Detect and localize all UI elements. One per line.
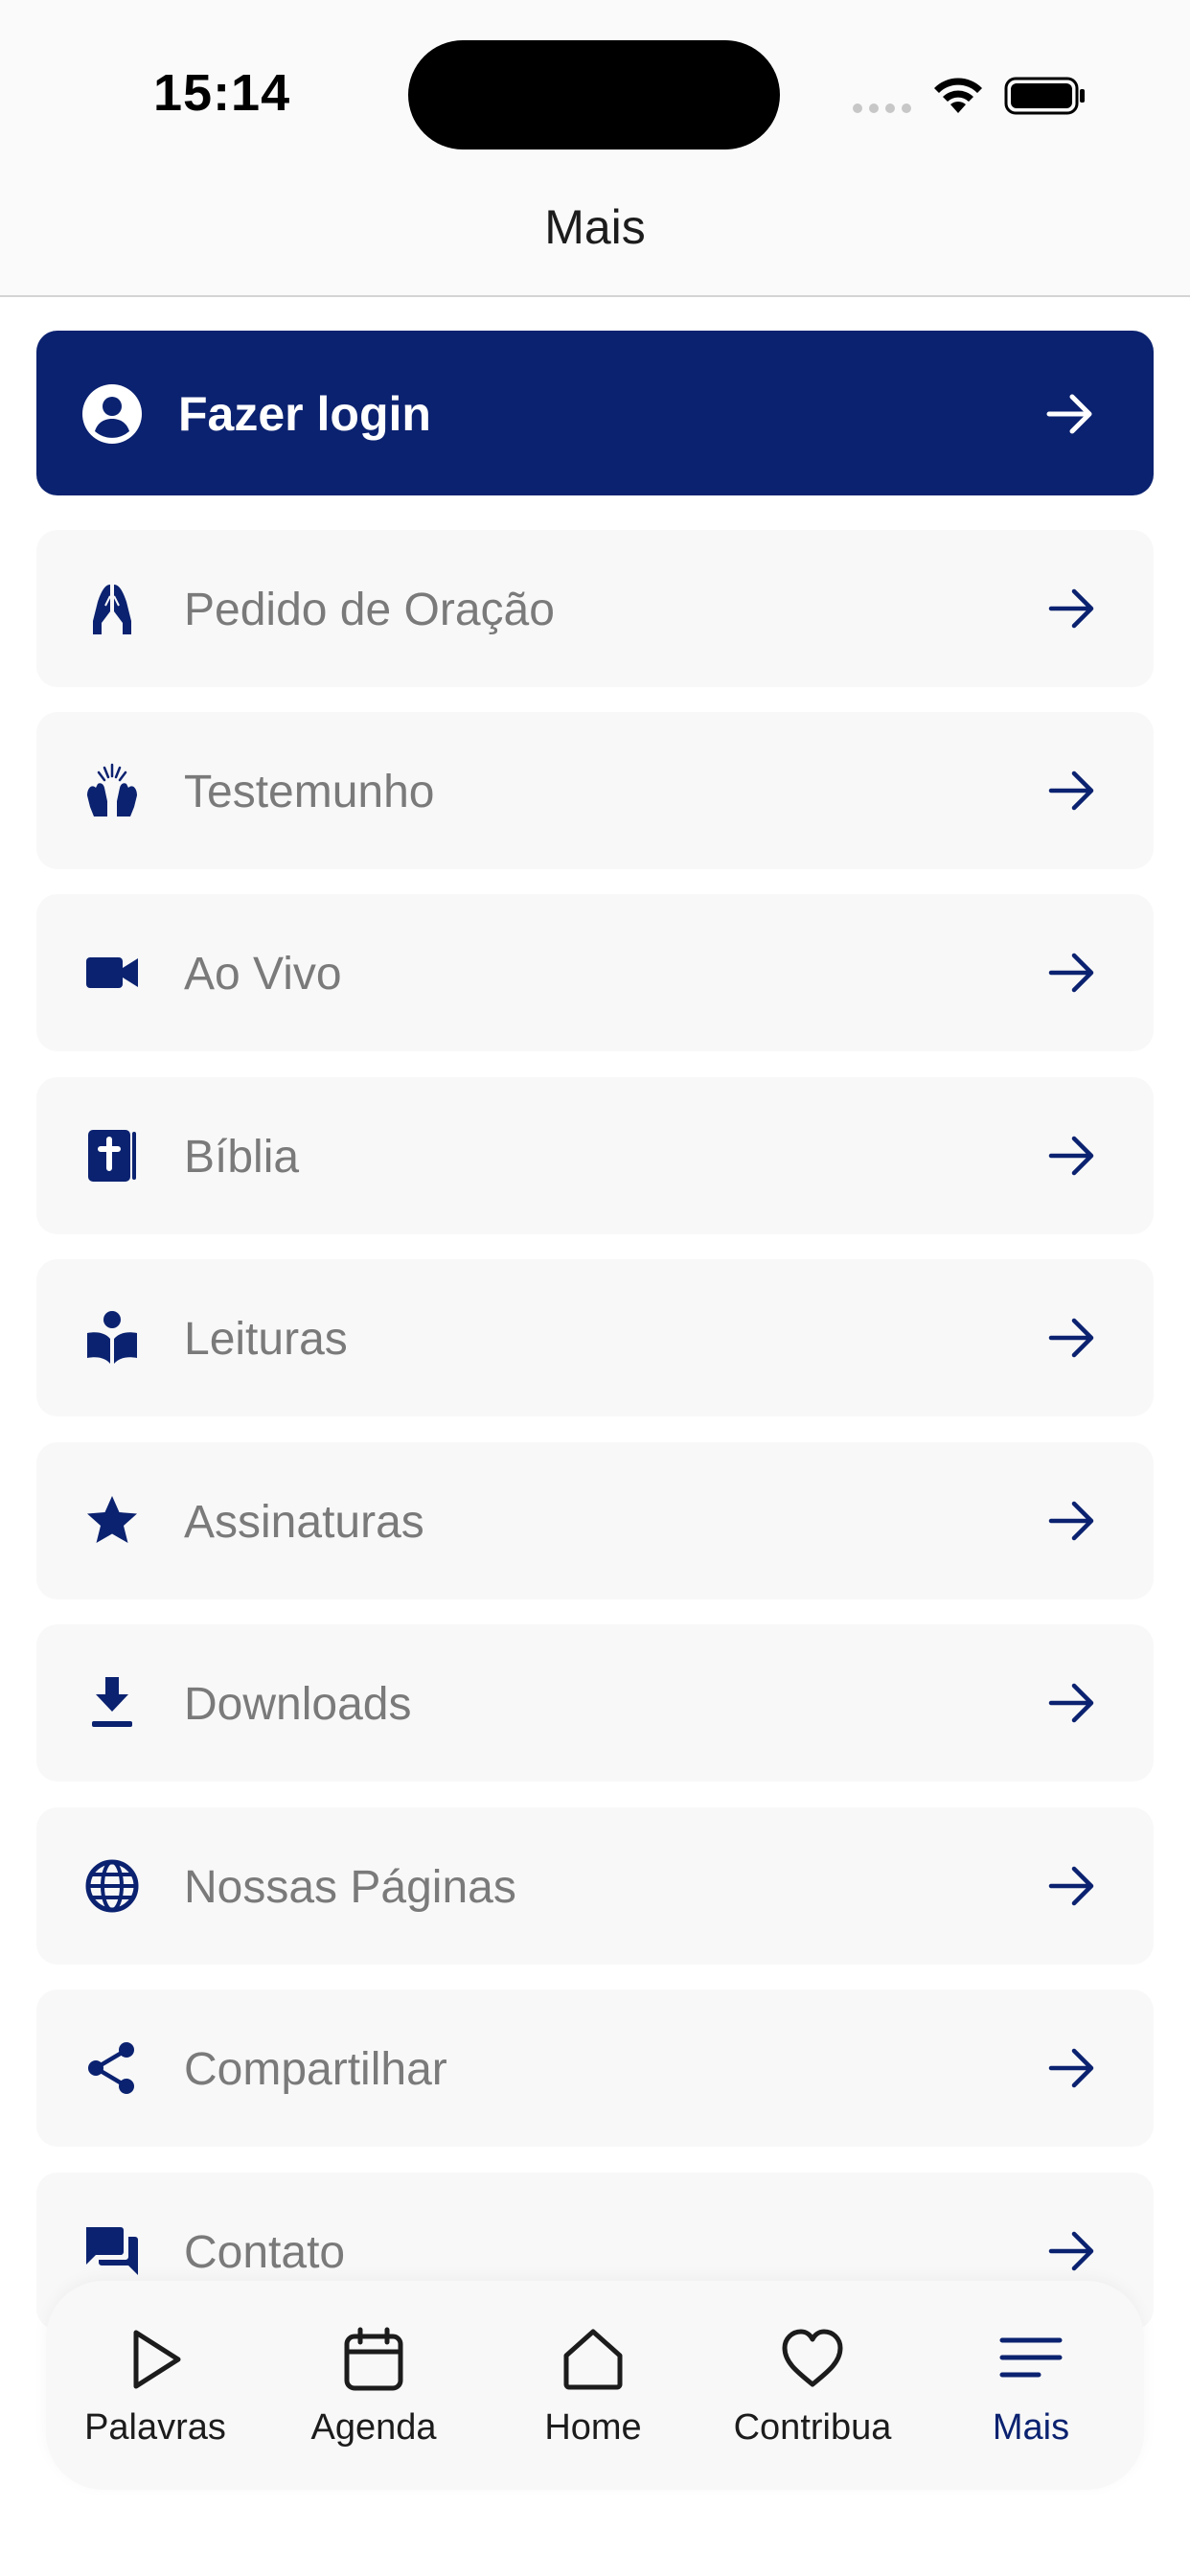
menu-lines-icon bbox=[999, 2337, 1063, 2378]
arrow-right-icon bbox=[1048, 953, 1094, 993]
tab-label: Palavras bbox=[84, 2407, 226, 2448]
navigation-header: Mais bbox=[0, 182, 1190, 297]
login-label: Fazer login bbox=[178, 387, 431, 441]
star-icon bbox=[87, 1496, 137, 1543]
video-camera-icon bbox=[86, 957, 138, 988]
menu-item-label: Ao Vivo bbox=[184, 949, 342, 1000]
tab-contribua[interactable]: Contribua bbox=[703, 2281, 922, 2490]
raised-hands-icon bbox=[87, 763, 137, 816]
globe-icon bbox=[85, 1859, 139, 1913]
arrow-right-icon bbox=[1048, 1136, 1094, 1176]
tab-label: Agenda bbox=[310, 2407, 437, 2448]
calendar-icon bbox=[344, 2327, 403, 2391]
chat-icon bbox=[86, 2227, 138, 2275]
menu-item-label: Bíblia bbox=[184, 1132, 300, 1183]
menu-item-label: Nossas Páginas bbox=[184, 1862, 516, 1913]
arrow-right-icon bbox=[1048, 1501, 1094, 1541]
wifi-icon bbox=[934, 78, 982, 113]
menu-item-bible[interactable]: Bíblia bbox=[36, 1077, 1154, 1234]
download-icon bbox=[92, 1677, 132, 1727]
menu-item-label: Downloads bbox=[184, 1679, 412, 1730]
menu-item-share[interactable]: Compartilhar bbox=[36, 1990, 1154, 2147]
menu-item-label: Testemunho bbox=[184, 767, 435, 817]
menu-item-prayer-request[interactable]: Pedido de Oração bbox=[36, 530, 1154, 687]
menu-item-downloads[interactable]: Downloads bbox=[36, 1624, 1154, 1782]
dynamic-island bbox=[408, 40, 780, 150]
menu-item-subscriptions[interactable]: Assinaturas bbox=[36, 1442, 1154, 1599]
arrow-right-icon bbox=[1048, 1318, 1094, 1358]
arrow-right-icon bbox=[1048, 588, 1094, 629]
menu-item-label: Pedido de Oração bbox=[184, 585, 555, 635]
arrow-right-icon bbox=[1048, 1866, 1094, 1906]
menu-item-label: Compartilhar bbox=[184, 2044, 447, 2095]
arrow-right-icon bbox=[1048, 2048, 1094, 2088]
menu-item-label: Contato bbox=[184, 2227, 346, 2278]
menu-item-live[interactable]: Ao Vivo bbox=[36, 894, 1154, 1051]
praying-hands-icon bbox=[93, 585, 131, 634]
tab-palavras[interactable]: Palavras bbox=[46, 2281, 264, 2490]
arrow-right-icon bbox=[1048, 2231, 1094, 2271]
tab-home[interactable]: Home bbox=[484, 2281, 702, 2490]
tab-mais[interactable]: Mais bbox=[922, 2281, 1140, 2490]
menu-item-label: Leituras bbox=[184, 1314, 348, 1365]
heart-icon bbox=[782, 2329, 843, 2387]
menu-item-readings[interactable]: Leituras bbox=[36, 1259, 1154, 1416]
arrow-right-icon bbox=[1046, 394, 1092, 434]
account-circle-icon bbox=[82, 384, 142, 444]
share-icon bbox=[88, 2042, 134, 2094]
menu-item-label: Assinaturas bbox=[184, 1497, 424, 1548]
tab-label: Mais bbox=[992, 2407, 1070, 2448]
arrow-right-icon bbox=[1048, 770, 1094, 811]
tab-agenda[interactable]: Agenda bbox=[264, 2281, 483, 2490]
page-title: Mais bbox=[544, 200, 646, 254]
home-icon bbox=[563, 2329, 623, 2390]
battery-icon bbox=[1004, 77, 1085, 115]
bible-icon bbox=[88, 1130, 136, 1182]
reading-person-icon bbox=[87, 1311, 137, 1364]
menu-item-our-pages[interactable]: Nossas Páginas bbox=[36, 1807, 1154, 1965]
tab-label: Home bbox=[544, 2407, 642, 2448]
tab-label: Contribua bbox=[733, 2407, 892, 2448]
play-icon bbox=[133, 2330, 181, 2389]
login-button[interactable]: Fazer login bbox=[36, 331, 1154, 495]
status-time: 15:14 bbox=[153, 64, 291, 122]
arrow-right-icon bbox=[1048, 1683, 1094, 1723]
menu-item-testimony[interactable]: Testemunho bbox=[36, 712, 1154, 869]
tab-bar: Palavras Agenda Home Contribua Mais bbox=[46, 2281, 1144, 2490]
cellular-signal-icon bbox=[853, 104, 911, 113]
status-bar: 15:14 bbox=[0, 0, 1190, 182]
